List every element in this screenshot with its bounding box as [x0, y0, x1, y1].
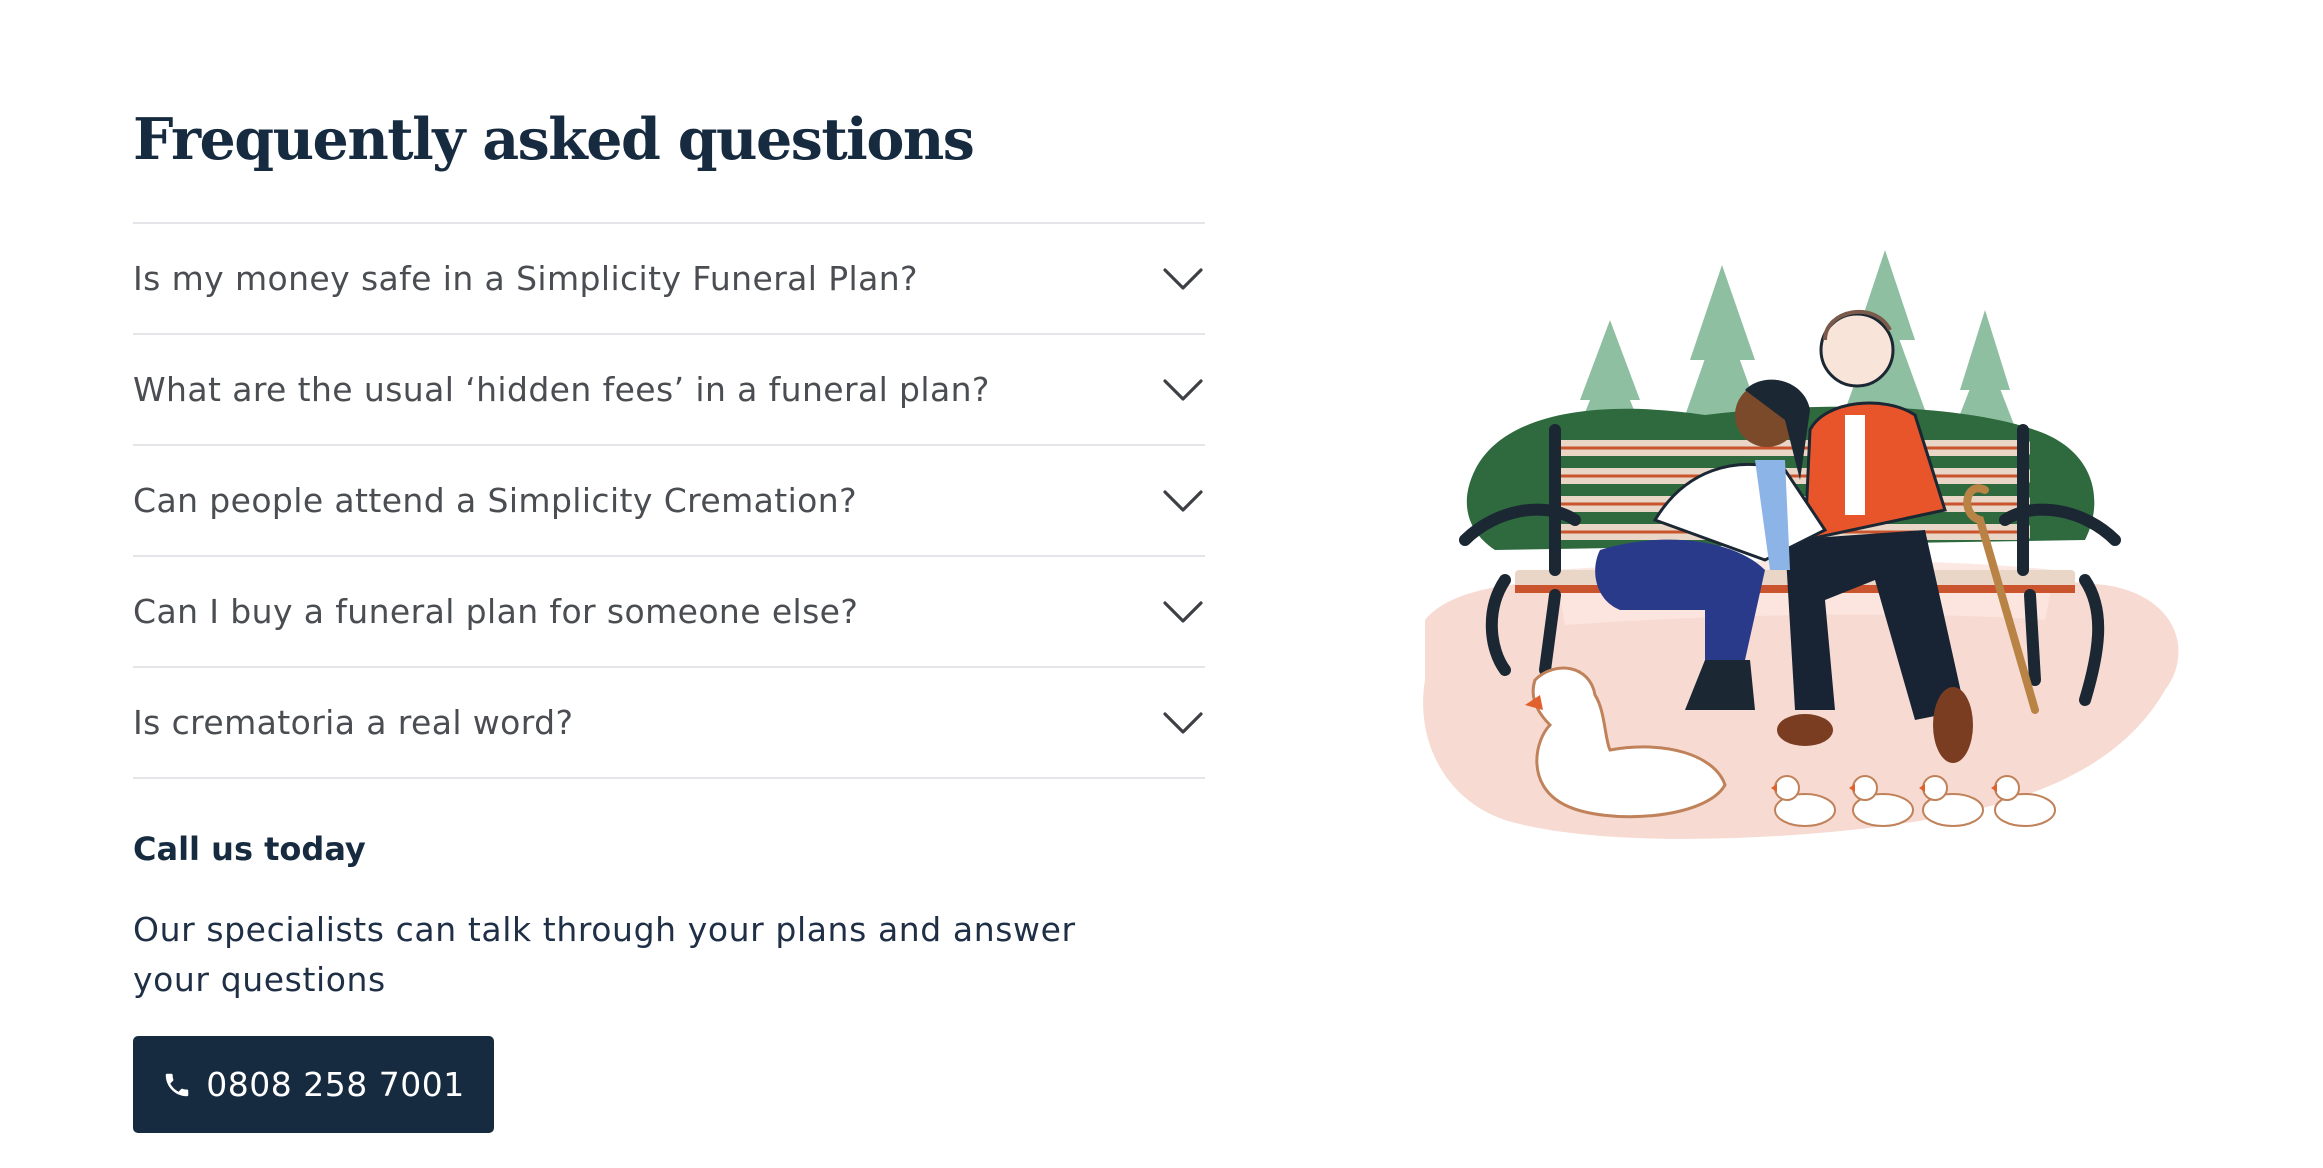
- call-heading: Call us today: [133, 830, 366, 868]
- call-description: Our specialists can talk through your pl…: [133, 910, 1076, 999]
- faq-question: Can I buy a funeral plan for someone els…: [133, 592, 859, 631]
- chevron-down-icon: [1163, 711, 1203, 734]
- faq-question: Is crematoria a real word?: [133, 703, 574, 742]
- faq-question: What are the usual ‘hidden fees’ in a fu…: [133, 370, 990, 409]
- faq-question: Is my money safe in a Simplicity Funeral…: [133, 259, 918, 298]
- couple-on-bench-illustration: [1423, 250, 2179, 839]
- chevron-down-icon: [1163, 378, 1203, 401]
- chevron-down-icon: [1163, 600, 1203, 623]
- faq-item-attend-cremation[interactable]: Can people attend a Simplicity Cremation…: [133, 446, 1205, 557]
- phone-icon: [166, 1073, 189, 1096]
- faq-item-hidden-fees[interactable]: What are the usual ‘hidden fees’ in a fu…: [133, 335, 1205, 446]
- phone-number: 0808 258 7001: [206, 1065, 465, 1104]
- faq-item-crematoria-word[interactable]: Is crematoria a real word?: [133, 668, 1205, 779]
- chevron-down-icon: [1163, 489, 1203, 512]
- faq-item-money-safe[interactable]: Is my money safe in a Simplicity Funeral…: [133, 224, 1205, 335]
- faq-item-buy-for-someone[interactable]: Can I buy a funeral plan for someone els…: [133, 557, 1205, 668]
- page-title: Frequently asked questions: [133, 106, 975, 173]
- chevron-down-icon: [1163, 267, 1203, 290]
- faq-question: Can people attend a Simplicity Cremation…: [133, 481, 857, 520]
- call-phone-button[interactable]: 0808 258 7001: [133, 1036, 494, 1133]
- faq-list: Is my money safe in a Simplicity Funeral…: [133, 222, 1205, 779]
